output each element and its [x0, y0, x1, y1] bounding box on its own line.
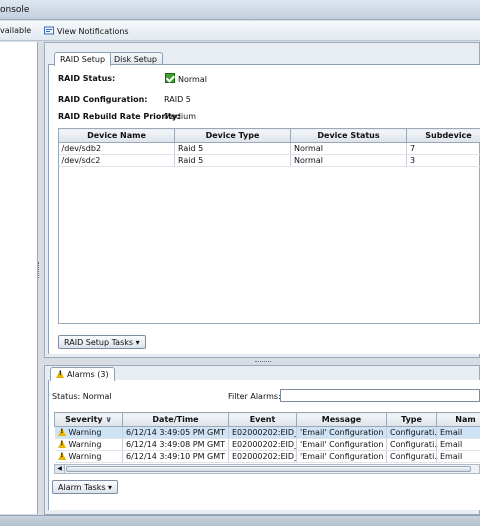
- table-cell: 'Email' Configuration S...: [296, 450, 387, 463]
- status-ok-icon: [165, 73, 175, 83]
- table-row[interactable]: /dev/sdb2 Raid 5 Normal 7: [58, 142, 480, 155]
- table-cell: 'Email' Configuration S...: [296, 426, 387, 439]
- toolbar: vailable View Notifications: [0, 21, 480, 41]
- table-cell: Email: [436, 426, 480, 439]
- navigation-tree-panel[interactable]: [0, 42, 38, 514]
- tab-raid-setup-label: RAID Setup: [60, 55, 106, 64]
- sort-descending-icon[interactable]: ∨: [105, 415, 112, 424]
- column-header-label: Severity: [65, 415, 103, 424]
- alarm-status-text: Status: Normal: [52, 392, 112, 401]
- raid-status-value: Normal: [178, 75, 207, 84]
- table-cell: Configurati...: [386, 438, 437, 451]
- table-cell: Email: [436, 450, 480, 463]
- filter-alarms-label: Filter Alarms:: [228, 392, 281, 401]
- table-header-row: Severity ∨ Date/Time Event Message Type …: [54, 412, 480, 427]
- table-cell: E02000202:EID_...: [228, 450, 297, 463]
- severity-text: Warning: [68, 452, 102, 461]
- table-header-row: Device Name Device Type Device Status Su…: [58, 128, 480, 143]
- table-cell: Warning: [54, 450, 123, 463]
- filter-alarms-input[interactable]: [280, 389, 480, 402]
- column-header[interactable]: Type: [386, 412, 437, 427]
- warning-icon: [57, 440, 66, 448]
- tab-alarms[interactable]: Alarms (3): [50, 367, 115, 381]
- tab-alarms-label: Alarms (3): [67, 370, 109, 379]
- table-cell: Warning: [54, 426, 123, 439]
- notifications-icon: [44, 26, 54, 35]
- raid-setup-tasks-button[interactable]: RAID Setup Tasks ▾: [58, 335, 146, 349]
- raid-status-label: RAID Status:: [58, 74, 116, 83]
- table-cell: E02000202:EID_...: [228, 426, 297, 439]
- column-header[interactable]: Subdevice: [406, 128, 480, 143]
- table-cell: 'Email' Configuration S...: [296, 438, 387, 451]
- table-cell: /dev/sdc2: [58, 154, 175, 167]
- splitter-grip-icon[interactable]: [255, 361, 271, 363]
- column-header[interactable]: Event: [228, 412, 297, 427]
- severity-text: Warning: [68, 440, 102, 449]
- column-header-severity[interactable]: Severity ∨: [54, 412, 123, 427]
- severity-text: Warning: [68, 428, 102, 437]
- table-cell: 3: [406, 154, 480, 167]
- raid-configuration-value: RAID 5: [164, 95, 191, 104]
- warning-icon: [56, 370, 64, 378]
- column-header[interactable]: Device Name: [58, 128, 175, 143]
- column-header[interactable]: Device Status: [290, 128, 407, 143]
- table-cell: E02000202:EID_...: [228, 438, 297, 451]
- raid-configuration-label: RAID Configuration:: [58, 95, 148, 104]
- warning-icon: [57, 428, 66, 436]
- column-header[interactable]: Date/Time: [122, 412, 229, 427]
- table-cell: 6/12/14 3:49:05 PM GMT: [122, 426, 229, 439]
- column-header[interactable]: Nam: [436, 412, 480, 427]
- status-bar: [0, 515, 480, 526]
- raid-rebuild-priority-value: Medium: [164, 112, 196, 121]
- scroll-left-icon[interactable]: ◀: [55, 465, 65, 473]
- column-header[interactable]: Message: [296, 412, 387, 427]
- table-cell: Configurati...: [386, 426, 437, 439]
- window-title: onsole: [0, 5, 30, 15]
- table-cell: 7: [406, 142, 480, 155]
- splitter-grip-icon[interactable]: [38, 262, 41, 278]
- table-cell: 6/12/14 3:49:10 PM GMT: [122, 450, 229, 463]
- alarm-row[interactable]: Warning 6/12/14 3:49:08 PM GMT E02000202…: [54, 438, 480, 451]
- alarm-tasks-button[interactable]: Alarm Tasks ▾: [52, 480, 119, 494]
- table-cell: Normal: [290, 142, 407, 155]
- alarms-horizontal-scrollbar[interactable]: ◀: [54, 464, 480, 474]
- table-cell: Raid 5: [174, 154, 291, 167]
- table-cell: Normal: [290, 154, 407, 167]
- raid-rebuild-priority-label: RAID Rebuild Rate Priority:: [58, 112, 181, 121]
- tab-disk-setup-label: Disk Setup: [114, 55, 158, 64]
- alarm-row[interactable]: Warning 6/12/14 3:49:10 PM GMT E02000202…: [54, 450, 480, 463]
- tab-raid-setup[interactable]: RAID Setup: [54, 52, 112, 66]
- raid-device-table: Device Name Device Type Device Status Su…: [58, 128, 480, 167]
- column-header[interactable]: Device Type: [174, 128, 291, 143]
- view-notifications-label: View Notifications: [57, 27, 129, 36]
- view-notifications-button[interactable]: View Notifications: [44, 26, 129, 36]
- table-cell: Email: [436, 438, 480, 451]
- table-cell: Configurati...: [386, 450, 437, 463]
- table-cell: 6/12/14 3:49:08 PM GMT: [122, 438, 229, 451]
- alarms-table: Severity ∨ Date/Time Event Message Type …: [54, 412, 480, 463]
- updates-available-link[interactable]: vailable: [0, 26, 31, 35]
- table-cell: Warning: [54, 438, 123, 451]
- table-row[interactable]: /dev/sdc2 Raid 5 Normal 3: [58, 154, 480, 167]
- alarm-row[interactable]: Warning 6/12/14 3:49:05 PM GMT E02000202…: [54, 426, 480, 439]
- warning-icon: [57, 452, 66, 460]
- table-cell: /dev/sdb2: [58, 142, 175, 155]
- window-title-bar: onsole: [0, 0, 480, 20]
- scrollbar-thumb[interactable]: [66, 466, 471, 472]
- table-cell: Raid 5: [174, 142, 291, 155]
